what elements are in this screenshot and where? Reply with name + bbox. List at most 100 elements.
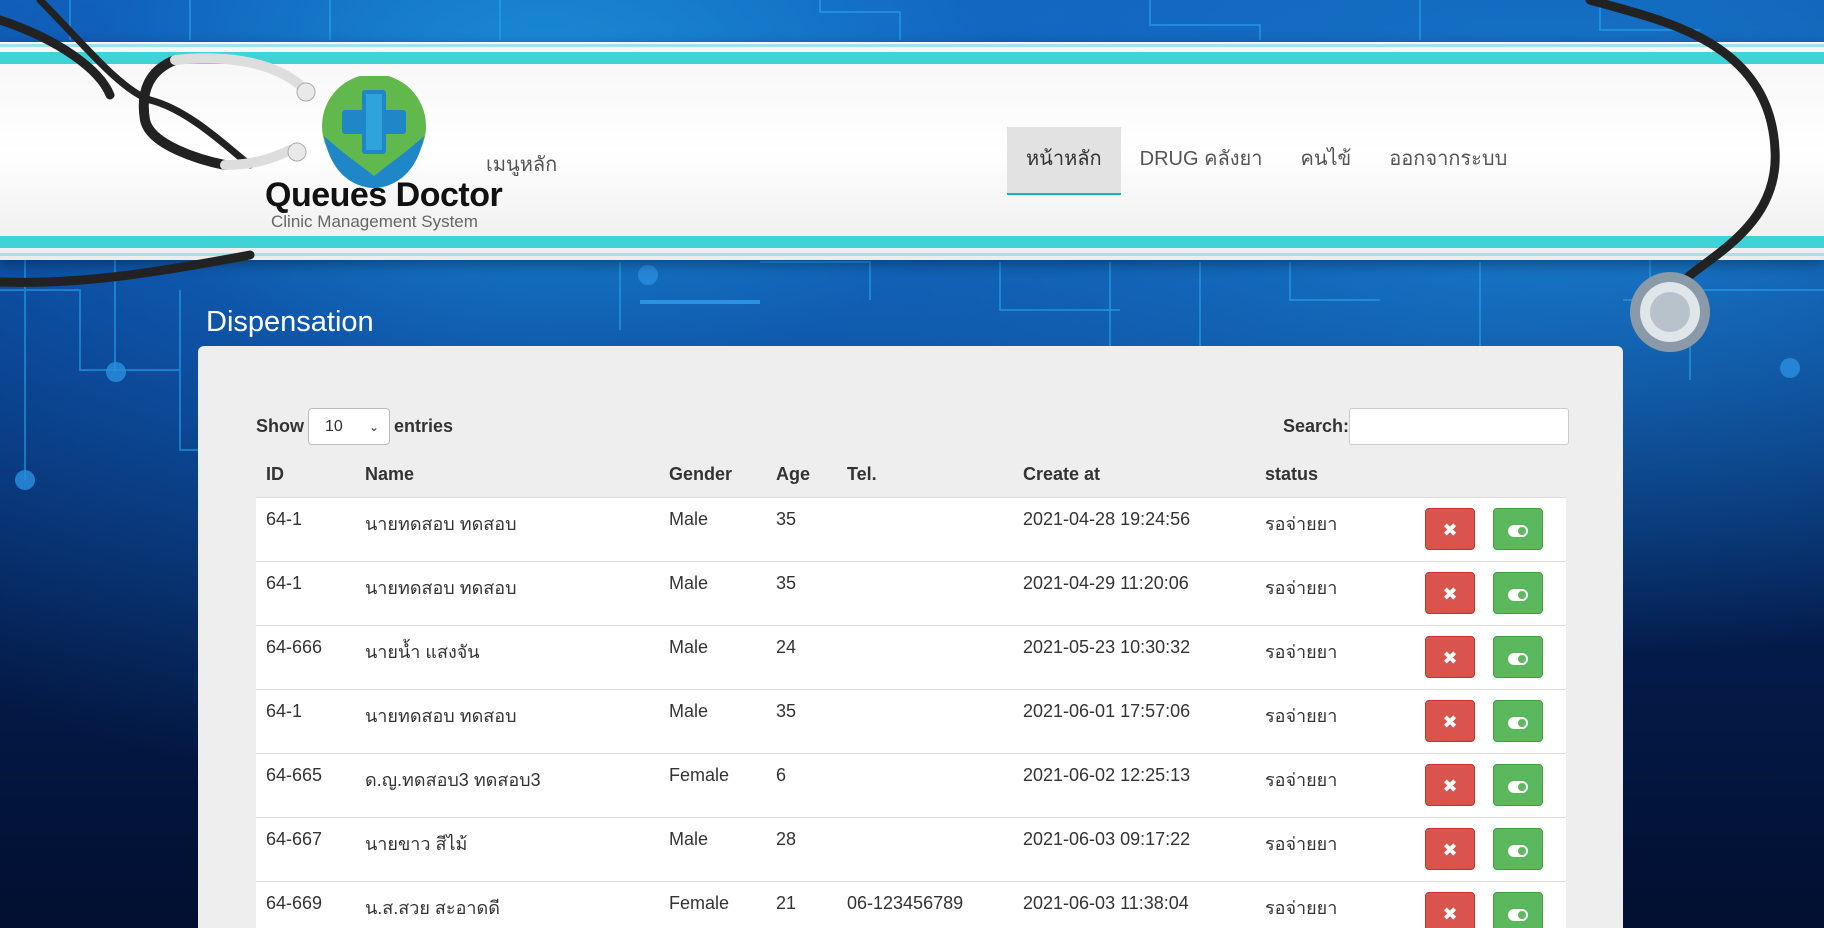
cell-actions: ✖ [1415,816,1566,881]
cell-tel [837,816,1013,881]
column-header-age[interactable]: Age [766,452,837,498]
search-label: Search: [1283,416,1350,436]
search-input[interactable] [1349,408,1570,445]
dispense-toggle-button[interactable] [1493,507,1543,550]
cell-age: 35 [766,496,837,561]
cell-id: 64-1 [256,560,355,625]
nav-item-drug-stock[interactable]: DRUG คลังยา [1121,127,1282,195]
cell-gender: Female [659,752,766,817]
delete-button[interactable]: ✖ [1425,635,1475,678]
toggle-on-icon [1508,844,1528,857]
cell-name: ด.ญ.ทดสอบ3 ทดสอบ3 [355,752,659,817]
cell-age: 24 [766,624,837,689]
cell-status: รอจ่ายยา [1255,496,1415,561]
page-title: Dispensation [206,306,374,338]
entries-value: 10 [325,417,343,435]
cell-gender: Male [659,624,766,689]
column-header-status[interactable]: status [1255,452,1415,498]
close-icon: ✖ [1442,903,1458,924]
cell-actions: ✖ [1415,496,1566,561]
cell-status: รอจ่ายยา [1255,816,1415,881]
cell-created: 2021-06-01 17:57:06 [1013,688,1255,753]
dispense-toggle-button[interactable] [1493,827,1543,870]
column-header-id[interactable]: ID [256,452,355,498]
dispense-toggle-button[interactable] [1493,699,1543,742]
cell-status: รอจ่ายยา [1255,688,1415,753]
column-header-tel[interactable]: Tel. [837,452,1013,498]
dispense-toggle-button[interactable] [1493,891,1543,928]
delete-button[interactable]: ✖ [1425,699,1475,742]
cell-id: 64-1 [256,496,355,561]
cell-name: นายน้ำ แสงจัน [355,624,659,689]
toggle-on-icon [1508,908,1528,921]
toggle-on-icon [1508,652,1528,665]
delete-button[interactable]: ✖ [1425,763,1475,806]
toggle-on-icon [1508,716,1528,729]
cell-tel: 06-123456789 [837,880,1013,928]
delete-button[interactable]: ✖ [1425,891,1475,928]
column-header-gender[interactable]: Gender [659,452,766,498]
table-row: 64-669 น.ส.สวย สะอาดดี Female 21 06-1234… [256,880,1566,928]
cell-actions: ✖ [1415,752,1566,817]
cell-id: 64-665 [256,752,355,817]
cell-status: รอจ่ายยา [1255,560,1415,625]
cell-status: รอจ่ายยา [1255,752,1415,817]
column-header-create-at[interactable]: Create at [1013,452,1255,498]
cell-name: น.ส.สวย สะอาดดี [355,880,659,928]
cell-created: 2021-04-29 11:20:06 [1013,560,1255,625]
entries-select[interactable]: 10 ⌄ [308,408,390,445]
cell-actions: ✖ [1415,688,1566,753]
nav-item-logout[interactable]: ออกจากระบบ [1370,127,1526,195]
cell-tel [837,752,1013,817]
cell-id: 64-669 [256,880,355,928]
table-row: 64-666 นายน้ำ แสงจัน Male 24 2021-05-23 … [256,624,1566,689]
cell-age: 35 [766,688,837,753]
cell-name: นายทดสอบ ทดสอบ [355,496,659,561]
close-icon: ✖ [1442,839,1458,860]
cell-tel [837,624,1013,689]
cell-tel [837,496,1013,561]
close-icon: ✖ [1442,647,1458,668]
cell-gender: Male [659,560,766,625]
cell-created: 2021-06-02 12:25:13 [1013,752,1255,817]
nav-item-home[interactable]: หน้าหลัก [1007,127,1121,195]
dispense-toggle-button[interactable] [1493,635,1543,678]
delete-button[interactable]: ✖ [1425,507,1475,550]
column-header-actions [1415,452,1566,498]
table-header-row: ID Name Gender Age Tel. Create at status [256,452,1566,498]
chevron-down-icon: ⌄ [368,419,379,434]
cell-created: 2021-04-28 19:24:56 [1013,496,1255,561]
cell-status: รอจ่ายยา [1255,624,1415,689]
cell-actions: ✖ [1415,624,1566,689]
dispense-toggle-button[interactable] [1493,763,1543,806]
table-row: 64-667 นายขาว สีไม้ Male 28 2021-06-03 0… [256,816,1566,881]
show-label: Show [256,416,304,436]
nav-item-patients[interactable]: คนไข้ [1281,127,1370,195]
cell-age: 6 [766,752,837,817]
delete-button[interactable]: ✖ [1425,571,1475,614]
cell-created: 2021-06-03 11:38:04 [1013,880,1255,928]
delete-button[interactable]: ✖ [1425,827,1475,870]
logo-subtitle: Clinic Management System [271,212,478,231]
toggle-on-icon [1508,524,1528,537]
column-header-name[interactable]: Name [355,452,659,498]
dispense-toggle-button[interactable] [1493,571,1543,614]
cell-gender: Male [659,816,766,881]
main-menu-label: เมนูหลัก [486,154,558,176]
cell-gender: Male [659,496,766,561]
cell-created: 2021-05-23 10:30:32 [1013,624,1255,689]
cell-age: 35 [766,560,837,625]
cell-tel [837,560,1013,625]
entries-label: entries [394,416,454,436]
cell-name: นายทดสอบ ทดสอบ [355,688,659,753]
cell-id: 64-1 [256,688,355,753]
table-row: 64-1 นายทดสอบ ทดสอบ Male 35 2021-04-29 1… [256,560,1566,625]
toggle-on-icon [1508,780,1528,793]
cell-name: นายขาว สีไม้ [355,816,659,881]
cell-gender: Female [659,880,766,928]
logo-title: Queues Doctor [265,176,503,214]
table-row: 64-665 ด.ญ.ทดสอบ3 ทดสอบ3 Female 6 2021-0… [256,752,1566,817]
entries-control: Show 10 ⌄ entries [256,408,453,445]
close-icon: ✖ [1442,583,1458,604]
cell-gender: Male [659,688,766,753]
